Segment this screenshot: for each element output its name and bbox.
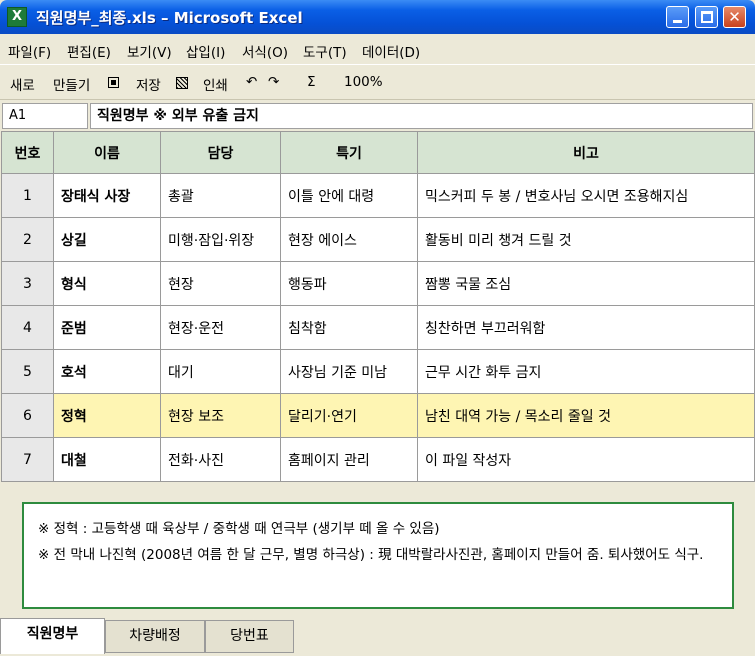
table-row-highlighted: 6 정혁 현장 보조 달리기·연기 남친 대역 가능 / 목소리 줄일 것 xyxy=(1,393,755,438)
cell-skill[interactable]: 침착함 xyxy=(280,305,418,350)
standard-toolbar: 새로 만들기 저장 인쇄 ↶ ↷ Σ 100% xyxy=(0,64,755,100)
cell-note[interactable]: 짬뽕 국물 조심 xyxy=(417,261,755,306)
menu-tools[interactable]: 도구(T) xyxy=(303,41,347,61)
cell-name[interactable]: 상길 xyxy=(53,217,161,262)
cell-role[interactable]: 총괄 xyxy=(160,173,281,218)
zoom-level[interactable]: 100% xyxy=(344,74,383,90)
cell-note[interactable]: 활동비 미리 챙겨 드릴 것 xyxy=(417,217,755,262)
cell-role[interactable]: 현장·운전 xyxy=(160,305,281,350)
cell-role[interactable]: 현장 보조 xyxy=(160,393,281,438)
make-button[interactable]: 만들기 xyxy=(53,74,90,94)
cell-role[interactable]: 대기 xyxy=(160,349,281,394)
minimize-icon xyxy=(673,20,682,23)
cell-skill[interactable]: 홈페이지 관리 xyxy=(280,437,418,482)
cell-role[interactable]: 현장 xyxy=(160,261,281,306)
undo-icon[interactable]: ↶ xyxy=(246,74,257,90)
close-icon: ✕ xyxy=(728,8,741,26)
cell-number[interactable]: 6 xyxy=(1,393,54,438)
excel-window: X 직원명부_최종.xls – Microsoft Excel ✕ 파일(F) … xyxy=(0,0,755,656)
table-row: 7 대철 전화·사진 홈페이지 관리 이 파일 작성자 xyxy=(1,437,755,482)
note-box[interactable]: ※ 정혁 : 고등학생 때 육상부 / 중학생 때 연극부 (생기부 떼 올 수… xyxy=(22,502,734,609)
spreadsheet-grid: 번호 이름 담당 특기 비고 1 장태식 사장 총괄 이틀 안에 대령 믹스커피… xyxy=(1,131,755,482)
cell-note[interactable]: 남친 대역 가능 / 목소리 줄일 것 xyxy=(417,393,755,438)
name-box[interactable]: A1 xyxy=(2,103,88,129)
cell-number[interactable]: 4 xyxy=(1,305,54,350)
cell-role[interactable]: 미행·잠입·위장 xyxy=(160,217,281,262)
cell-name[interactable]: 정혁 xyxy=(53,393,161,438)
cell-number[interactable]: 2 xyxy=(1,217,54,262)
sheet-tabs: 직원명부 차량배정 당번표 xyxy=(0,618,755,656)
header-skill[interactable]: 특기 xyxy=(280,131,418,174)
window-title: 직원명부_최종.xls – Microsoft Excel xyxy=(36,9,303,27)
tab-duty-roster[interactable]: 당번표 xyxy=(205,620,294,653)
cell-number[interactable]: 3 xyxy=(1,261,54,306)
header-number[interactable]: 번호 xyxy=(1,131,54,174)
note-area: ※ 정혁 : 고등학생 때 육상부 / 중학생 때 연극부 (생기부 떼 올 수… xyxy=(0,483,755,618)
menu-insert[interactable]: 삽입(I) xyxy=(186,41,225,61)
close-button[interactable]: ✕ xyxy=(723,6,746,28)
header-name[interactable]: 이름 xyxy=(53,131,161,174)
cell-name[interactable]: 준범 xyxy=(53,305,161,350)
save-button[interactable]: 저장 xyxy=(136,74,161,94)
header-role[interactable]: 담당 xyxy=(160,131,281,174)
formula-input[interactable]: 직원명부 ※ 외부 유출 금지 xyxy=(90,103,753,129)
cell-name[interactable]: 호석 xyxy=(53,349,161,394)
excel-app-icon: X xyxy=(7,7,27,27)
menu-edit[interactable]: 편집(E) xyxy=(67,41,111,61)
menu-data[interactable]: 데이터(D) xyxy=(362,41,420,61)
title-bar[interactable]: X 직원명부_최종.xls – Microsoft Excel ✕ xyxy=(0,0,755,34)
cell-skill[interactable]: 행동파 xyxy=(280,261,418,306)
table-row: 1 장태식 사장 총괄 이틀 안에 대령 믹스커피 두 봉 / 변호사님 오시면… xyxy=(1,173,755,218)
table-row: 3 형식 현장 행동파 짬뽕 국물 조심 xyxy=(1,261,755,306)
cell-number[interactable]: 7 xyxy=(1,437,54,482)
menu-format[interactable]: 서식(O) xyxy=(242,41,288,61)
print-icon[interactable] xyxy=(176,77,188,89)
cell-skill[interactable]: 달리기·연기 xyxy=(280,393,418,438)
cell-skill[interactable]: 사장님 기준 미남 xyxy=(280,349,418,394)
tab-staff-list[interactable]: 직원명부 xyxy=(0,618,105,654)
cell-skill[interactable]: 이틀 안에 대령 xyxy=(280,173,418,218)
cell-note[interactable]: 칭찬하면 부끄러워함 xyxy=(417,305,755,350)
menu-bar: 파일(F) 편집(E) 보기(V) 삽입(I) 서식(O) 도구(T) 데이터(… xyxy=(0,34,755,64)
cell-note[interactable]: 믹스커피 두 봉 / 변호사님 오시면 조용해지심 xyxy=(417,173,755,218)
cell-role[interactable]: 전화·사진 xyxy=(160,437,281,482)
maximize-icon xyxy=(701,11,713,23)
save-icon[interactable] xyxy=(108,77,119,88)
cell-name[interactable]: 장태식 사장 xyxy=(53,173,161,218)
cell-name[interactable]: 형식 xyxy=(53,261,161,306)
cell-number[interactable]: 1 xyxy=(1,173,54,218)
header-row: 번호 이름 담당 특기 비고 xyxy=(1,131,755,174)
maximize-button[interactable] xyxy=(695,6,718,28)
redo-icon[interactable]: ↷ xyxy=(268,74,279,90)
minimize-button[interactable] xyxy=(666,6,689,28)
cell-skill[interactable]: 현장 에이스 xyxy=(280,217,418,262)
menu-file[interactable]: 파일(F) xyxy=(8,41,51,61)
cell-name[interactable]: 대철 xyxy=(53,437,161,482)
header-note[interactable]: 비고 xyxy=(417,131,755,174)
note-line: ※ 전 막내 나진혁 (2008년 여름 한 달 근무, 별명 하극상) : 現… xyxy=(38,547,704,563)
cell-note[interactable]: 이 파일 작성자 xyxy=(417,437,755,482)
table-row: 5 호석 대기 사장님 기준 미남 근무 시간 화투 금지 xyxy=(1,349,755,394)
note-line: ※ 정혁 : 고등학생 때 육상부 / 중학생 때 연극부 (생기부 떼 올 수… xyxy=(38,521,440,537)
autosum-icon[interactable]: Σ xyxy=(307,74,316,90)
menu-view[interactable]: 보기(V) xyxy=(127,41,172,61)
tab-vehicle-assignment[interactable]: 차량배정 xyxy=(105,620,205,653)
new-button[interactable]: 새로 xyxy=(10,74,35,94)
formula-bar: A1 직원명부 ※ 외부 유출 금지 xyxy=(0,101,755,131)
cell-number[interactable]: 5 xyxy=(1,349,54,394)
cell-note[interactable]: 근무 시간 화투 금지 xyxy=(417,349,755,394)
table-row: 4 준범 현장·운전 침착함 칭찬하면 부끄러워함 xyxy=(1,305,755,350)
print-button[interactable]: 인쇄 xyxy=(203,74,228,94)
table-row: 2 상길 미행·잠입·위장 현장 에이스 활동비 미리 챙겨 드릴 것 xyxy=(1,217,755,262)
